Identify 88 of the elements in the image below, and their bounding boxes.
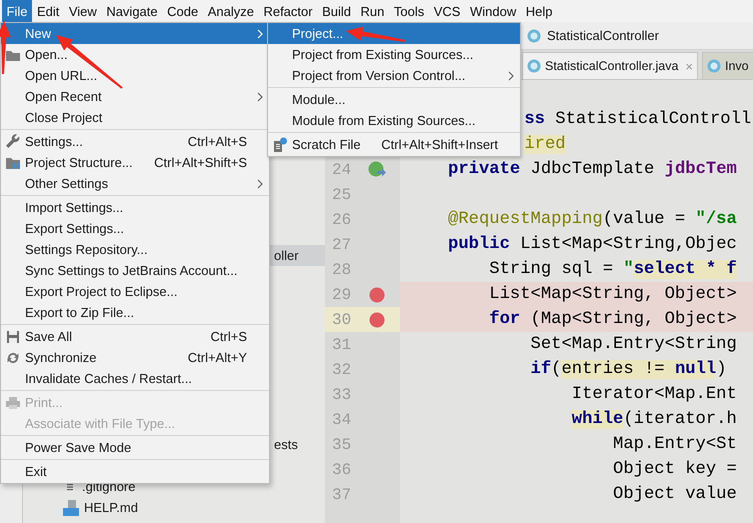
annotation-arrow bbox=[0, 21, 11, 74]
breadcrumb[interactable]: StatisticalController bbox=[547, 28, 659, 43]
menu-item[interactable]: Project from Existing Sources... bbox=[268, 44, 520, 65]
menu-item[interactable]: Import Settings... bbox=[1, 197, 269, 218]
sync-icon bbox=[6, 350, 20, 364]
annotation-arrow bbox=[346, 26, 406, 42]
breakpoint-icon[interactable] bbox=[369, 286, 385, 302]
menu-item[interactable]: Open Recent bbox=[1, 86, 269, 107]
menu-bar-item[interactable]: View bbox=[64, 0, 102, 22]
line-number: 35 bbox=[331, 436, 352, 454]
code-line: public List<Map<String,Objec bbox=[448, 234, 737, 256]
code-line: Object value bbox=[612, 484, 737, 506]
menu-item[interactable]: Open... bbox=[1, 44, 269, 65]
menu-bar-item[interactable]: Run bbox=[356, 0, 390, 22]
tree-item[interactable]: HELP.md bbox=[84, 500, 138, 515]
line-number: 32 bbox=[331, 360, 352, 378]
menu-item[interactable]: Other Settings bbox=[1, 173, 269, 194]
menu-item[interactable]: Export to Zip File... bbox=[1, 302, 269, 323]
line-number: 29 bbox=[331, 286, 352, 304]
menu-bar-item[interactable]: Analyze bbox=[203, 0, 259, 22]
line-number: 24 bbox=[331, 160, 352, 178]
line-number: 27 bbox=[331, 236, 352, 254]
keyboard-shortcut: Ctrl+Alt+Shift+S bbox=[154, 155, 248, 170]
menu-item[interactable]: Power Save Mode bbox=[1, 437, 269, 458]
line-number: 25 bbox=[331, 186, 352, 204]
menu-bar-item[interactable]: Refactor bbox=[258, 0, 318, 22]
editor-tab[interactable]: StatisticalController.java × bbox=[522, 52, 698, 79]
menu-bar-item[interactable]: Tools bbox=[389, 0, 430, 22]
menu-item[interactable]: Module from Existing Sources... bbox=[268, 110, 520, 131]
code-line: while(iterator.h bbox=[570, 409, 737, 431]
menu-bar-item[interactable]: Code bbox=[162, 0, 204, 22]
printer-icon bbox=[5, 396, 21, 410]
menu-item[interactable]: Project Structure... Ctrl+Alt+Shift+S bbox=[1, 152, 269, 173]
menu-item[interactable]: Exit bbox=[1, 461, 269, 482]
menu-item[interactable]: New bbox=[1, 23, 269, 44]
code-line: Map.Entry<St bbox=[612, 434, 737, 456]
project-structure-icon bbox=[5, 156, 21, 170]
gutter-navigation-icon[interactable] bbox=[368, 160, 386, 178]
line-number: 33 bbox=[331, 386, 352, 404]
menu-item[interactable]: Project from Version Control... bbox=[268, 65, 520, 86]
keyboard-shortcut: Ctrl+Alt+Y bbox=[188, 350, 248, 365]
menu-item[interactable]: Invalidate Caches / Restart... bbox=[1, 368, 269, 389]
wrench-icon bbox=[5, 134, 21, 150]
editor-tab[interactable]: Invo bbox=[702, 52, 753, 79]
menu-item[interactable]: Settings... Ctrl+Alt+S bbox=[1, 131, 269, 152]
menu-item[interactable]: Scratch File Ctrl+Alt+Shift+Insert bbox=[268, 134, 520, 155]
class-icon bbox=[707, 59, 721, 73]
class-icon bbox=[527, 59, 541, 73]
markdown-file-icon bbox=[63, 500, 79, 516]
code-line: Iterator<Map.Ent bbox=[570, 384, 737, 406]
line-number: 37 bbox=[331, 486, 352, 504]
menu-item[interactable]: Project... bbox=[268, 23, 520, 44]
line-number: 26 bbox=[331, 210, 352, 228]
code-line: String sql = "select * f bbox=[488, 259, 737, 281]
line-number: 36 bbox=[331, 460, 352, 478]
menu-item[interactable]: Close Project bbox=[1, 107, 269, 128]
menu-bar-item[interactable]: Help bbox=[521, 0, 558, 22]
code-line: Set<Map.Entry<String bbox=[530, 334, 737, 356]
menu-item[interactable]: Open URL... bbox=[1, 65, 269, 86]
menu-item[interactable]: Save All Ctrl+S bbox=[1, 326, 269, 347]
line-number: 28 bbox=[331, 260, 352, 278]
keyboard-shortcut: Ctrl+Alt+S bbox=[188, 134, 248, 149]
menu-item[interactable]: Synchronize Ctrl+Alt+Y bbox=[1, 347, 269, 368]
menu-item[interactable]: Export Project to Eclipse... bbox=[1, 281, 269, 302]
menu-bar-item[interactable]: Build bbox=[318, 0, 356, 22]
code-line: if(entries != null) bbox=[530, 359, 727, 381]
keyboard-shortcut: Ctrl+Alt+Shift+Insert bbox=[381, 137, 499, 152]
menu-item[interactable]: Export Settings... bbox=[1, 218, 269, 239]
menu-bar-item[interactable]: VCS bbox=[429, 0, 466, 22]
line-number: 34 bbox=[331, 410, 352, 428]
menu-bar-item[interactable]: Edit bbox=[32, 0, 64, 22]
menu-bar-item[interactable]: Window bbox=[465, 0, 522, 22]
menu-item[interactable]: Module... bbox=[268, 89, 520, 110]
menu-bar-item[interactable]: Navigate bbox=[102, 0, 163, 22]
line-number: 31 bbox=[331, 336, 352, 354]
menu-item[interactable]: Sync Settings to JetBrains Account... bbox=[1, 260, 269, 281]
menu-bar-item[interactable]: File bbox=[2, 0, 32, 22]
code-line: private JdbcTemplate jdbcTem bbox=[448, 159, 737, 181]
class-icon bbox=[527, 28, 541, 42]
line-number: 30 bbox=[331, 310, 352, 328]
breakpoint-icon[interactable] bbox=[369, 312, 385, 328]
code-line: Object key = bbox=[612, 459, 737, 481]
scratch-file-icon bbox=[272, 136, 288, 152]
tree-item[interactable]: ests bbox=[274, 437, 298, 452]
keyboard-shortcut: Ctrl+S bbox=[210, 329, 248, 344]
menu-item[interactable]: Settings Repository... bbox=[1, 239, 269, 260]
code-line: @RequestMapping(value = "/sa bbox=[448, 209, 737, 231]
code-line: ss StatisticalControll bbox=[524, 109, 752, 131]
